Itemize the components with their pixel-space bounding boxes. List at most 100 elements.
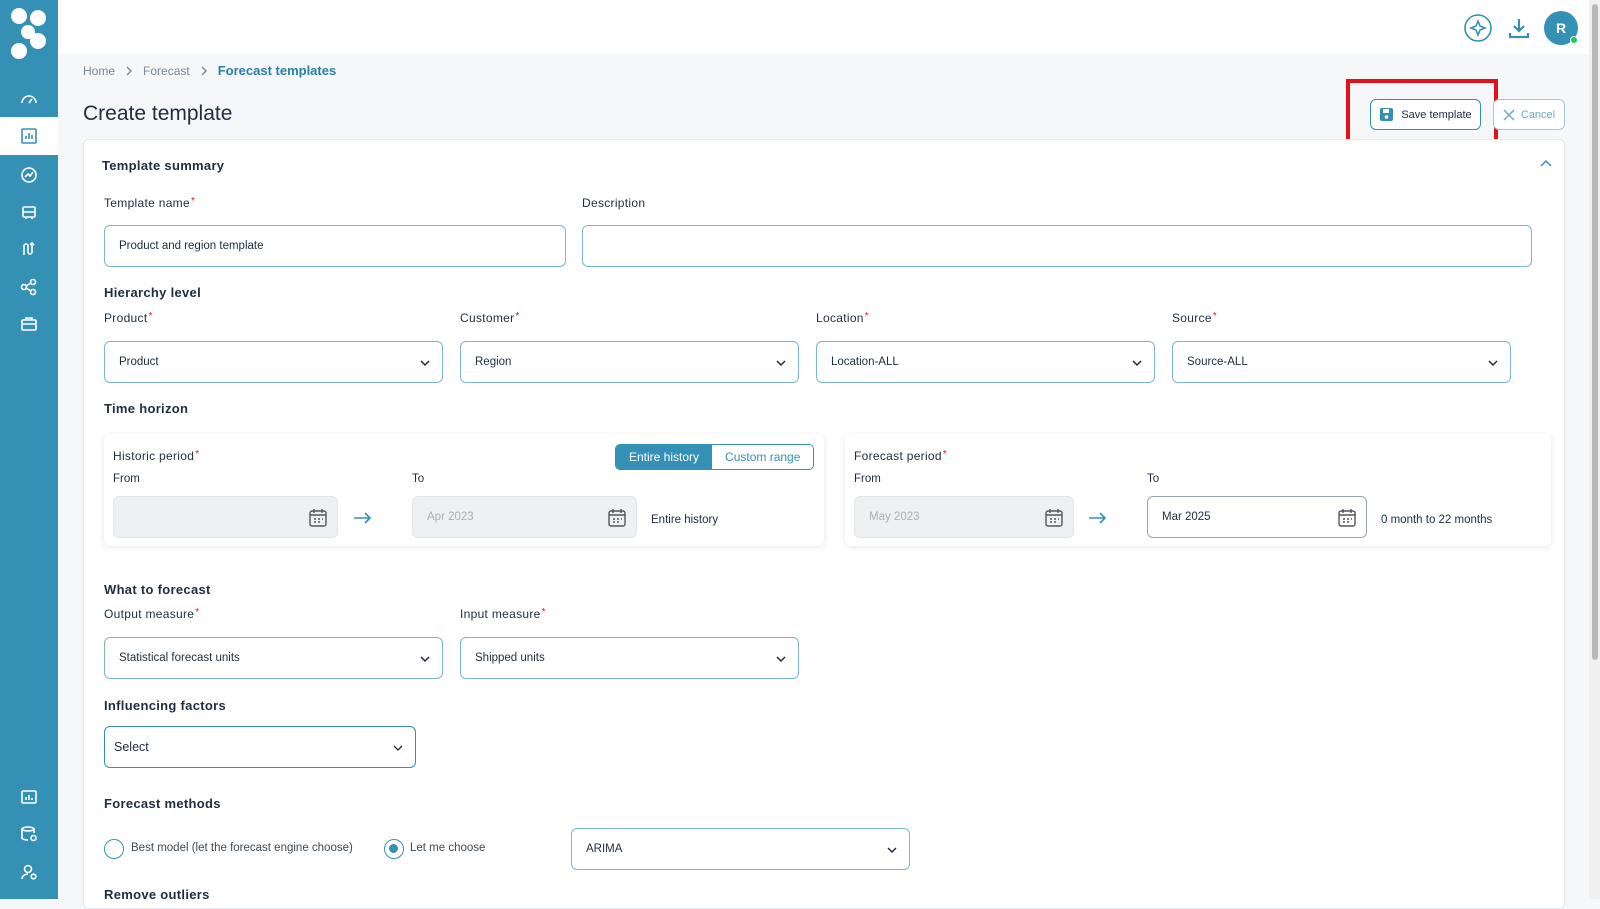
location-select[interactable]: Location-ALL bbox=[816, 341, 1155, 383]
input-measure-label: Input measure bbox=[460, 607, 541, 621]
breadcrumb-current[interactable]: Forecast templates bbox=[218, 63, 337, 78]
top-bar bbox=[58, 0, 1600, 54]
nav-forecast-icon[interactable] bbox=[0, 117, 58, 155]
section-title-hierarchy: Hierarchy level bbox=[104, 285, 202, 300]
historic-period-label: Historic period bbox=[113, 449, 195, 463]
historic-period-toggle: Entire history Custom range bbox=[615, 444, 815, 470]
source-select[interactable]: Source-ALL bbox=[1172, 341, 1511, 383]
forecast-method-select[interactable]: ARIMA bbox=[571, 828, 910, 870]
scrollbar-thumb[interactable] bbox=[1592, 4, 1598, 660]
app-logo[interactable] bbox=[8, 6, 50, 62]
arrow-right-icon bbox=[354, 512, 372, 524]
chevron-down-icon bbox=[420, 656, 430, 663]
location-label-wrap: Location* bbox=[816, 311, 869, 325]
radio-let-me-choose[interactable] bbox=[384, 839, 404, 859]
required-asterisk: * bbox=[864, 311, 869, 322]
output-measure-label-wrap: Output measure* bbox=[104, 607, 199, 621]
source-select-value: Source-ALL bbox=[1187, 356, 1248, 368]
influencing-factors-select[interactable]: Select bbox=[104, 726, 416, 768]
source-label: Source bbox=[1172, 311, 1212, 325]
nav-routes-icon[interactable] bbox=[0, 230, 58, 268]
forecast-from-value: May 2023 bbox=[869, 511, 920, 523]
nav-user-settings-icon[interactable] bbox=[0, 853, 58, 891]
chevron-down-icon bbox=[776, 360, 786, 367]
product-select[interactable]: Product bbox=[104, 341, 443, 383]
template-name-label: Template name bbox=[104, 196, 190, 210]
historic-summary-text: Entire history bbox=[651, 514, 719, 526]
nav-analytics-icon[interactable] bbox=[0, 156, 58, 194]
customer-select[interactable]: Region bbox=[460, 341, 799, 383]
calendar-icon[interactable] bbox=[1336, 507, 1358, 529]
customer-label-wrap: Customer* bbox=[460, 311, 520, 325]
input-measure-select[interactable]: Shipped units bbox=[460, 637, 799, 679]
chevron-down-icon bbox=[1488, 360, 1498, 367]
let-me-choose-label[interactable]: Let me choose bbox=[410, 842, 485, 854]
nav-reports-icon[interactable] bbox=[0, 778, 58, 816]
nav-data-settings-icon[interactable] bbox=[0, 815, 58, 853]
forecast-to-input[interactable]: Mar 2025 bbox=[1147, 496, 1367, 538]
sidebar bbox=[0, 0, 58, 899]
forecast-from-input: May 2023 bbox=[854, 496, 1074, 538]
chevron-down-icon bbox=[393, 745, 403, 751]
chevron-down-icon bbox=[776, 656, 786, 663]
calendar-icon bbox=[309, 509, 327, 527]
cancel-button[interactable]: Cancel bbox=[1493, 99, 1565, 130]
required-asterisk: * bbox=[1212, 311, 1218, 322]
nav-network-icon[interactable] bbox=[0, 268, 58, 306]
influencing-factors-value: Select bbox=[114, 740, 149, 754]
forecast-from-label: From bbox=[854, 473, 881, 485]
section-title-time-horizon: Time horizon bbox=[104, 401, 189, 416]
arrow-right-icon bbox=[1089, 512, 1107, 524]
customer-label: Customer bbox=[460, 311, 515, 325]
breadcrumb-home[interactable]: Home bbox=[83, 64, 115, 78]
source-label-wrap: Source* bbox=[1172, 311, 1217, 325]
forecast-to-label: To bbox=[1147, 473, 1160, 485]
forecast-method-value: ARIMA bbox=[586, 843, 623, 855]
download-icon[interactable] bbox=[1503, 12, 1535, 44]
online-status-dot bbox=[1570, 36, 1578, 44]
output-measure-select[interactable]: Statistical forecast units bbox=[104, 637, 443, 679]
calendar-icon bbox=[1045, 509, 1063, 527]
section-title-forecast-methods: Forecast methods bbox=[104, 796, 221, 811]
breadcrumb-forecast[interactable]: Forecast bbox=[143, 64, 190, 78]
location-label: Location bbox=[816, 311, 864, 325]
nav-inventory-icon[interactable] bbox=[0, 193, 58, 231]
forecast-summary-text: 0 month to 22 months bbox=[1381, 514, 1493, 526]
close-icon bbox=[1503, 109, 1515, 120]
description-label: Description bbox=[582, 196, 646, 210]
historic-to-value: Apr 2023 bbox=[427, 511, 474, 523]
avatar-initial: R bbox=[1555, 20, 1567, 36]
forecast-period-label: Forecast period bbox=[854, 449, 942, 463]
template-name-input[interactable]: Product and region template bbox=[104, 225, 566, 267]
annotation-highlight-box bbox=[1346, 79, 1498, 147]
forecast-to-value: Mar 2025 bbox=[1162, 511, 1211, 523]
required-asterisk: * bbox=[942, 449, 948, 460]
output-measure-value: Statistical forecast units bbox=[119, 652, 240, 664]
toggle-entire-history[interactable]: Entire history bbox=[616, 445, 713, 469]
required-asterisk: * bbox=[190, 196, 196, 207]
ai-sparkle-icon[interactable] bbox=[1462, 12, 1494, 44]
chevron-down-icon bbox=[420, 360, 430, 367]
historic-period-label-wrap: Historic period* bbox=[113, 449, 199, 463]
historic-from-label: From bbox=[113, 473, 140, 485]
customer-select-value: Region bbox=[475, 356, 512, 368]
output-measure-label: Output measure bbox=[104, 607, 195, 621]
toggle-custom-range[interactable]: Custom range bbox=[712, 445, 814, 469]
cancel-label: Cancel bbox=[1520, 108, 1556, 121]
page-title: Create template bbox=[83, 102, 233, 125]
description-input[interactable] bbox=[582, 225, 1532, 267]
required-asterisk: * bbox=[148, 311, 153, 322]
chevron-right-icon bbox=[126, 66, 133, 75]
forecast-period-label-wrap: Forecast period* bbox=[854, 449, 947, 463]
best-model-label[interactable]: Best model (let the forecast engine choo… bbox=[131, 842, 353, 854]
historic-to-input: Apr 2023 bbox=[412, 496, 637, 538]
nav-dashboard-icon[interactable] bbox=[0, 80, 58, 118]
template-name-value: Product and region template bbox=[119, 240, 264, 252]
section-title-template-summary: Template summary bbox=[102, 158, 225, 173]
product-label-wrap: Product* bbox=[104, 311, 153, 325]
radio-best-model[interactable] bbox=[104, 839, 124, 859]
nav-briefcase-icon[interactable] bbox=[0, 305, 58, 343]
collapse-chevron-up-icon[interactable] bbox=[1540, 159, 1552, 167]
product-label: Product bbox=[104, 311, 148, 325]
chevron-down-icon bbox=[887, 847, 897, 854]
